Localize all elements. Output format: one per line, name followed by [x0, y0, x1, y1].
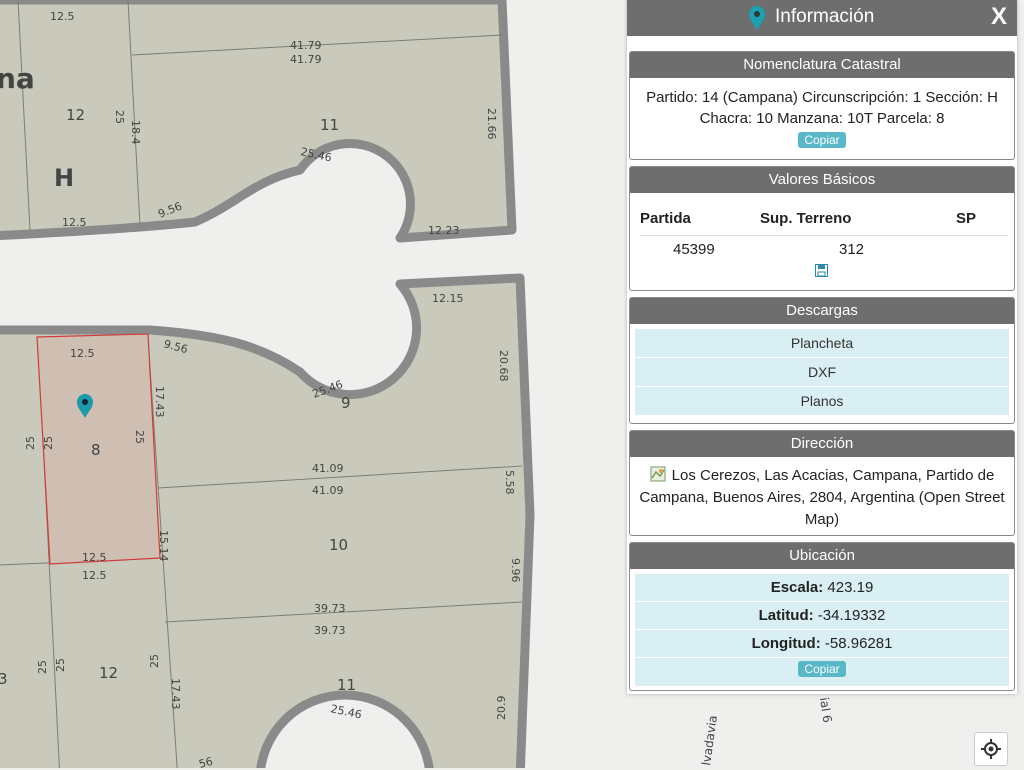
dimension-label: 41.09	[312, 462, 344, 475]
latitude-value: -34.19332	[817, 607, 886, 624]
dimension-label: 20.68	[497, 350, 510, 382]
nomenclatura-section: Nomenclatura Catastral Partido: 14 (Camp…	[629, 51, 1015, 160]
copy-nomenclatura-button[interactable]: Copiar	[798, 132, 846, 148]
download-planos[interactable]: Planos	[635, 387, 1009, 416]
ubicacion-section: Ubicación Escala: 423.19 Latitud: -34.19…	[629, 542, 1015, 691]
dimension-label: 41.79	[290, 53, 322, 66]
address-text: Los Cerezos, Las Acacias, Campana, Parti…	[639, 467, 1005, 528]
section-header: Dirección	[630, 431, 1014, 457]
section-header: Descargas	[630, 298, 1014, 324]
locate-me-button[interactable]	[974, 732, 1008, 766]
latitude-row: Latitud: -34.19332	[635, 602, 1009, 630]
dimension-label: 12.23	[428, 224, 460, 237]
dimension-label: 39.73	[314, 624, 346, 637]
downloads-list: Plancheta DXF Planos	[630, 324, 1014, 416]
map-pin-icon	[749, 6, 765, 30]
dimension-label: 25.46	[329, 702, 363, 721]
nomenclatura-line: Chacra: 10 Manzana: 10T Parcela: 8	[699, 110, 945, 127]
panel-title: Información	[775, 6, 875, 27]
section-header: Nomenclatura Catastral	[630, 52, 1014, 78]
lot-number: 11	[337, 676, 356, 694]
dimension-label: 9.96	[509, 558, 522, 583]
lot-number: 12	[66, 106, 85, 124]
dimension-label: 18.4	[129, 120, 142, 145]
dimension-label: 21.66	[485, 108, 498, 140]
table-cell: 312	[839, 241, 865, 258]
crosshair-icon	[981, 739, 1001, 759]
dimension-label: 25	[24, 436, 37, 450]
dimension-label: 12.5	[50, 10, 75, 23]
dimension-label: 12.5	[70, 347, 95, 360]
dimension-label: 25	[133, 430, 146, 444]
street-label: ial 6	[817, 696, 834, 723]
location-list: Escala: 423.19 Latitud: -34.19332 Longit…	[630, 569, 1014, 686]
scale-row: Escala: 423.19	[635, 574, 1009, 602]
street-label: lvadavia	[699, 714, 720, 766]
save-icon[interactable]	[815, 264, 828, 277]
column-header: Partida	[640, 210, 691, 227]
download-dxf[interactable]: DXF	[635, 358, 1009, 387]
dimension-label: 39.73	[314, 602, 346, 615]
municipality-partial-label: na	[0, 62, 35, 95]
download-plancheta[interactable]: Plancheta	[635, 329, 1009, 358]
lot-number: 8	[91, 441, 101, 459]
lot-number: 3	[0, 670, 8, 688]
scale-label: Escala:	[770, 579, 824, 596]
dimension-label: 41.79	[290, 39, 322, 52]
longitude-value: -58.96281	[824, 635, 893, 652]
descargas-section: Descargas Plancheta DXF Planos	[629, 297, 1015, 424]
copy-location-button[interactable]: Copiar	[798, 661, 846, 677]
close-button[interactable]: X	[991, 3, 1007, 31]
valores-table: Partida Sup. Terreno SP 45399 312	[640, 205, 1008, 264]
table-cell: 45399	[673, 241, 715, 258]
dimension-label: 41.09	[312, 484, 344, 497]
dimension-label: 12.5	[82, 551, 107, 564]
address-text-wrapper: Los Cerezos, Las Acacias, Campana, Parti…	[630, 457, 1014, 531]
dimension-label: 12.5	[62, 216, 87, 229]
section-header: Ubicación	[630, 543, 1014, 569]
lot-number: 9	[341, 394, 351, 412]
dimension-label: 15.14	[157, 530, 170, 562]
dimension-label: 12.15	[432, 292, 464, 305]
table-header-row: Partida Sup. Terreno SP	[640, 205, 1008, 236]
map-icon	[650, 466, 666, 482]
dimension-label: 25	[36, 660, 49, 674]
valores-basicos-section: Valores Básicos Partida Sup. Terreno SP …	[629, 166, 1015, 291]
nomenclatura-text: Partido: 14 (Campana) Circunscripción: 1…	[630, 78, 1014, 129]
nomenclatura-line: Partido: 14 (Campana) Circunscripción: 1…	[646, 89, 998, 106]
dimension-label: 5.58	[503, 470, 516, 495]
dimension-label: 25	[113, 110, 126, 124]
dimension-label: 20.9	[495, 696, 508, 721]
latitude-label: Latitud:	[758, 607, 814, 624]
dimension-label: 25	[54, 658, 67, 672]
direccion-section: Dirección Los Cerezos, Las Acacias, Camp…	[629, 430, 1015, 536]
info-panel: Información X Nomenclatura Catastral Par…	[627, 0, 1017, 694]
lot-number: 12	[99, 664, 118, 682]
dimension-label: 25	[148, 654, 161, 668]
longitude-label: Longitud:	[751, 635, 821, 652]
dimension-label: 17.43	[169, 678, 182, 710]
lot-number: 11	[320, 116, 339, 134]
scale-value: 423.19	[827, 579, 874, 596]
dimension-label: 12.5	[82, 569, 107, 582]
panel-header: Información X	[627, 0, 1017, 36]
dimension-label: 25	[42, 436, 55, 450]
column-header: SP	[956, 210, 977, 227]
table-row: 45399 312	[640, 236, 1008, 264]
longitude-row: Longitud: -58.96281	[635, 630, 1009, 658]
dimension-label: 17.43	[153, 386, 166, 418]
block-letter-label: H	[54, 164, 74, 192]
lot-number: 10	[329, 536, 348, 554]
section-header: Valores Básicos	[630, 167, 1014, 193]
column-header: Sup. Terreno	[760, 210, 852, 227]
